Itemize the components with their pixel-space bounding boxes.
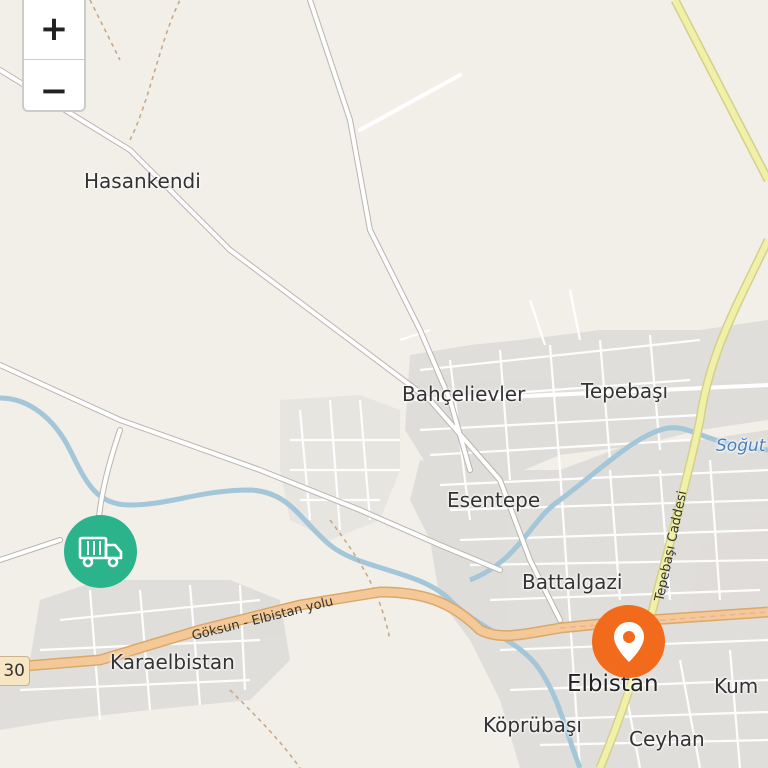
place-label-esentepe: Esentepe [447,488,541,512]
zoom-in-button[interactable]: + [24,0,84,60]
place-label-battalgazi: Battalgazi [522,570,623,594]
route-number: 30 [3,661,25,681]
place-label-karaelbistan: Karaelbistan [110,650,235,674]
route-shield: 30 [0,656,30,686]
zoom-out-button[interactable]: − [24,60,84,111]
truck-icon [78,536,122,567]
place-label-koprubasi: Köprübaşı [483,713,582,737]
map-pin-icon [613,621,644,662]
place-label-elbistan: Elbistan [567,671,659,697]
zoom-control: + − [22,0,86,112]
place-label-kum: Kum [714,674,759,698]
depot-marker[interactable] [64,515,137,588]
place-label-ceyhan: Ceyhan [629,727,705,751]
place-label-bahcelievler: Bahçelievler [402,382,526,406]
place-label-tepebasi: Tepebaşı [581,379,669,403]
water-label-sogut: Soğut [716,436,766,456]
place-label-hasankendi: Hasankendi [84,169,201,193]
destination-marker[interactable] [592,605,665,678]
